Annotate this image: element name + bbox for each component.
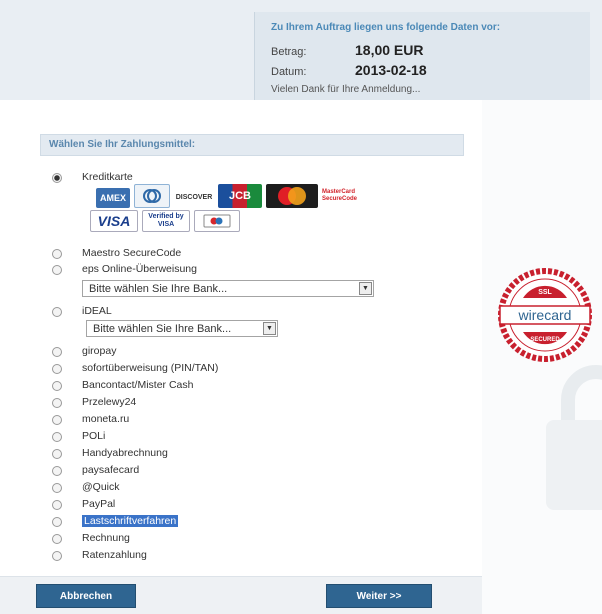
amex-text: AMEX: [99, 193, 126, 203]
date-value: 2013-02-18: [355, 62, 427, 78]
mastercard-logo: [266, 184, 318, 208]
radio-ideal[interactable]: [52, 307, 62, 317]
chevron-down-icon[interactable]: ▼: [359, 282, 372, 295]
option-label: Maestro SecureCode: [82, 247, 182, 259]
radio-kreditkarte[interactable]: [52, 173, 62, 183]
radio-maestro[interactable]: [52, 249, 62, 259]
option-label: Bancontact/Mister Cash: [82, 379, 194, 391]
option-przelewy24[interactable]: Przelewy24: [52, 395, 136, 411]
date-label: Datum:: [271, 66, 307, 78]
option-label: Rechnung: [82, 532, 130, 544]
visa-logo: VISA: [90, 210, 138, 232]
option-label: eps Online-Überweisung: [82, 263, 197, 275]
option-label: Przelewy24: [82, 396, 137, 408]
amount-row: Betrag: 18,00 EUR: [271, 42, 423, 58]
option-label: Lastschriftverfahren: [82, 515, 179, 527]
option-giropay[interactable]: giropay: [52, 344, 116, 360]
discover-logo: DISCOVER: [174, 188, 214, 206]
securecode-text: MasterCard SecureCode: [322, 189, 358, 202]
radio-przelewy24[interactable]: [52, 398, 62, 408]
option-moneta[interactable]: moneta.ru: [52, 412, 129, 428]
option-label: moneta.ru: [82, 413, 130, 425]
option-sofort[interactable]: sofortüberweisung (PIN/TAN): [52, 361, 218, 377]
option-label: Kreditkarte: [82, 171, 133, 183]
option-handyabrechnung[interactable]: Handyabrechnung: [52, 446, 168, 462]
wirecard-seal: SSL wirecard SECURED: [498, 268, 592, 362]
option-paypal[interactable]: PayPal: [52, 497, 115, 513]
option-poli[interactable]: POLi: [52, 429, 105, 445]
date-row: Datum: 2013-02-18: [271, 62, 427, 78]
radio-quick[interactable]: [52, 483, 62, 493]
order-heading: Zu Ihrem Auftrag liegen uns folgende Dat…: [271, 22, 501, 33]
diners-icon: [143, 189, 161, 203]
maestro-icon: [203, 214, 231, 228]
amex-logo: AMEX: [96, 188, 130, 208]
amount-value: 18,00 EUR: [355, 42, 424, 58]
button-bar: Abbrechen Weiter >>: [0, 576, 482, 614]
payment-panel: Wählen Sie Ihr Zahlungsmittel: Kreditkar…: [0, 118, 482, 614]
verified-by-visa-logo: Verified by VISA: [142, 210, 190, 232]
order-summary: Zu Ihrem Auftrag liegen uns folgende Dat…: [254, 12, 590, 100]
option-label: @Quick: [82, 481, 120, 493]
discover-text: DISCOVER: [175, 193, 213, 201]
jcb-logo: JCB: [218, 184, 262, 208]
cancel-button[interactable]: Abbrechen: [36, 584, 136, 608]
option-label: Handyabrechnung: [82, 447, 168, 459]
option-label: iDEAL: [82, 305, 112, 317]
ideal-select-value: Bitte wählen Sie Ihre Bank...: [93, 322, 232, 335]
radio-rechnung[interactable]: [52, 534, 62, 544]
option-label: giropay: [82, 345, 117, 357]
option-paysafecard[interactable]: paysafecard: [52, 463, 139, 479]
diners-logo: [134, 184, 170, 208]
eps-bank-select[interactable]: Bitte wählen Sie Ihre Bank... ▼: [82, 280, 374, 297]
seal-top-text: SSL: [538, 289, 552, 296]
radio-eps[interactable]: [52, 265, 62, 275]
seal-brand-text: wirecard: [518, 307, 572, 323]
option-lastschrift[interactable]: Lastschriftverfahren: [52, 514, 179, 530]
radio-paypal[interactable]: [52, 500, 62, 510]
radio-handyabrechnung[interactable]: [52, 449, 62, 459]
radio-sofort[interactable]: [52, 364, 62, 374]
option-ratenzahlung[interactable]: Ratenzahlung: [52, 548, 147, 564]
verified-visa-text: Verified by VISA: [148, 213, 184, 228]
radio-poli[interactable]: [52, 432, 62, 442]
mastercard-securecode-logo: MasterCard SecureCode: [322, 186, 370, 206]
option-eps[interactable]: eps Online-Überweisung: [52, 262, 197, 278]
maestro-card-logo: [194, 210, 240, 232]
thanks-text: Vielen Dank für Ihre Anmeldung...: [271, 84, 421, 95]
radio-giropay[interactable]: [52, 347, 62, 357]
option-rechnung[interactable]: Rechnung: [52, 531, 130, 547]
option-quick[interactable]: @Quick: [52, 480, 120, 496]
option-label: PayPal: [82, 498, 116, 510]
option-ideal[interactable]: iDEAL: [52, 304, 112, 320]
ideal-bank-select[interactable]: Bitte wählen Sie Ihre Bank... ▼: [86, 320, 278, 337]
chevron-down-icon[interactable]: ▼: [263, 322, 276, 335]
option-label: paysafecard: [82, 464, 140, 476]
option-label: POLi: [82, 430, 106, 442]
radio-bancontact[interactable]: [52, 381, 62, 391]
option-label: Ratenzahlung: [82, 549, 147, 561]
jcb-text: JCB: [228, 190, 251, 202]
radio-lastschrift[interactable]: [52, 517, 62, 527]
option-maestro[interactable]: Maestro SecureCode: [52, 246, 181, 262]
option-kreditkarte[interactable]: Kreditkarte: [52, 170, 133, 186]
visa-text: VISA: [97, 213, 131, 229]
next-button[interactable]: Weiter >>: [326, 584, 432, 608]
option-bancontact[interactable]: Bancontact/Mister Cash: [52, 378, 193, 394]
radio-paysafecard[interactable]: [52, 466, 62, 476]
mastercard-icon: [278, 187, 306, 205]
radio-moneta[interactable]: [52, 415, 62, 425]
radio-ratenzahlung[interactable]: [52, 551, 62, 561]
amount-label: Betrag:: [271, 46, 307, 58]
option-label: sofortüberweisung (PIN/TAN): [82, 362, 219, 374]
payment-heading: Wählen Sie Ihr Zahlungsmittel:: [40, 134, 464, 156]
seal-bottom-text: SECURED: [530, 337, 560, 343]
lock-watermark-icon: [546, 365, 602, 510]
eps-select-value: Bitte wählen Sie Ihre Bank...: [89, 282, 228, 295]
